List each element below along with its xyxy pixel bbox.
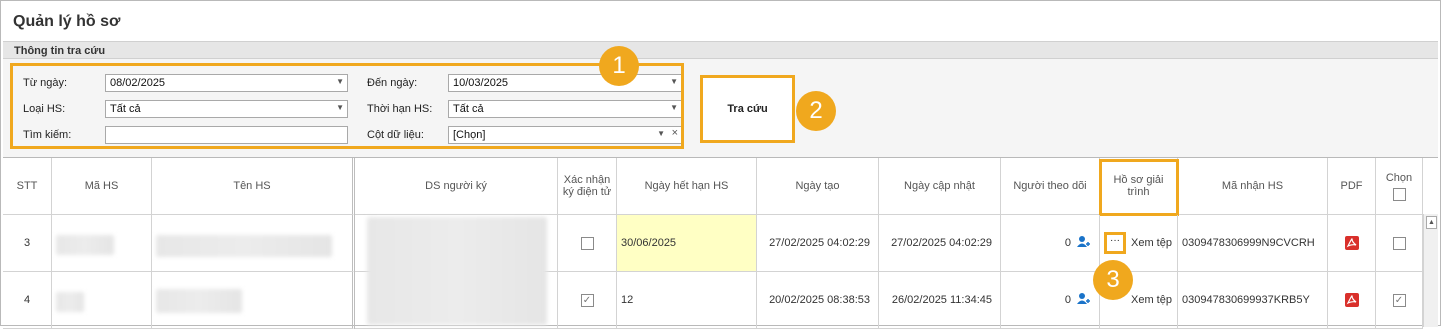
cell-nguoi-theo-doi[interactable]: 0 [1001, 272, 1100, 329]
redacted-text [156, 289, 242, 313]
search-panel-header: Thông tin tra cứu [3, 41, 1438, 59]
cell-stt: 4 [3, 272, 52, 329]
add-person-icon[interactable] [1077, 235, 1091, 251]
header-ngay-tao[interactable]: Ngày tạo [757, 158, 879, 215]
cell-ngay-tao: 20/02/2025 08:38:53 [757, 272, 879, 329]
cell-ma-nhan-hs: 030947830699937KRB5Y [1178, 272, 1328, 329]
page-title: Quản lý hồ sơ [13, 13, 121, 30]
header-ngay-cap-nhat[interactable]: Ngày cập nhật [879, 158, 1001, 215]
table-scrollbar[interactable]: ▲ [1423, 214, 1438, 327]
header-pdf[interactable]: PDF [1328, 158, 1376, 215]
header-chon-label: Chọn [1385, 171, 1413, 184]
header-ten-hs[interactable]: Tên HS [152, 158, 355, 215]
redacted-text [56, 292, 84, 312]
callout-badge-1: 1 [599, 46, 639, 86]
esign-checkbox[interactable] [580, 236, 594, 250]
redacted-text [56, 235, 114, 255]
follower-count: 0 [1064, 294, 1071, 306]
cell-ngay-cap-nhat: 27/02/2025 04:02:29 [879, 215, 1001, 272]
row-select-checkbox-checked[interactable]: ✓ [1392, 293, 1406, 307]
pdf-icon[interactable] [1344, 235, 1360, 251]
add-person-icon[interactable] [1077, 292, 1091, 308]
header-chon[interactable]: Chọn [1376, 158, 1423, 215]
header-ma-hs[interactable]: Mã HS [52, 158, 152, 215]
giai-trinh-header-highlight [1099, 159, 1179, 216]
cell-pdf [1328, 272, 1376, 329]
cell-ngay-het-han: 30/06/2025 [617, 215, 757, 272]
callout-badge-2: 2 [796, 91, 836, 131]
cell-ds-nguoi-ky [355, 215, 558, 325]
header-nguoi-theo-doi[interactable]: Người theo dõi [1001, 158, 1100, 215]
records-table: STT Mã HS Tên HS DS người ký Xác nhận ký… [3, 157, 1438, 329]
cell-ma-nhan-hs: 0309478306999N9CVCRH [1178, 215, 1328, 272]
esign-checkbox-checked[interactable]: ✓ [580, 293, 594, 307]
explanation-ellipsis-button[interactable]: ··· [1104, 232, 1126, 254]
select-all-checkbox[interactable] [1392, 187, 1406, 201]
cell-ngay-het-han: 12 [617, 272, 757, 329]
cell-ten-hs [152, 215, 355, 272]
pdf-icon[interactable] [1344, 292, 1360, 308]
header-filler [1423, 158, 1438, 215]
cell-pdf [1328, 215, 1376, 272]
scroll-up-icon[interactable]: ▲ [1426, 216, 1437, 229]
cell-ngay-tao: 27/02/2025 04:02:29 [757, 215, 879, 272]
follower-count: 0 [1064, 237, 1071, 249]
header-ds-nguoi-ky[interactable]: DS người ký [355, 158, 558, 215]
cell-chon [1376, 215, 1423, 272]
filters-highlight [10, 63, 684, 149]
redacted-text [156, 235, 332, 257]
records-window: Quản lý hồ sơ Thông tin tra cứu Từ ngày:… [0, 0, 1441, 329]
row-select-checkbox[interactable] [1392, 236, 1406, 250]
cell-ma-hs [52, 215, 152, 272]
cell-ngay-cap-nhat: 26/02/2025 11:34:45 [879, 272, 1001, 329]
cell-ten-hs [152, 272, 355, 329]
view-file-link[interactable]: Xem tệp [1131, 237, 1172, 249]
cell-xac-nhan: ✓ [558, 272, 617, 329]
cell-ma-hs [52, 272, 152, 329]
header-ma-nhan-hs[interactable]: Mã nhận HS [1178, 158, 1328, 215]
header-ngay-het-han[interactable]: Ngày hết hạn HS [617, 158, 757, 215]
header-stt[interactable]: STT [3, 158, 52, 215]
cell-stt: 3 [3, 215, 52, 272]
view-file-link[interactable]: Xem tệp [1131, 294, 1172, 306]
cell-nguoi-theo-doi[interactable]: 0 [1001, 215, 1100, 272]
cell-chon: ✓ [1376, 272, 1423, 329]
cell-xac-nhan [558, 215, 617, 272]
cell-ds-nguoi-ky [355, 272, 558, 329]
header-xac-nhan[interactable]: Xác nhận ký điện tử [558, 158, 617, 215]
callout-badge-3: 3 [1093, 260, 1133, 300]
search-button[interactable]: Tra cứu [700, 75, 795, 143]
